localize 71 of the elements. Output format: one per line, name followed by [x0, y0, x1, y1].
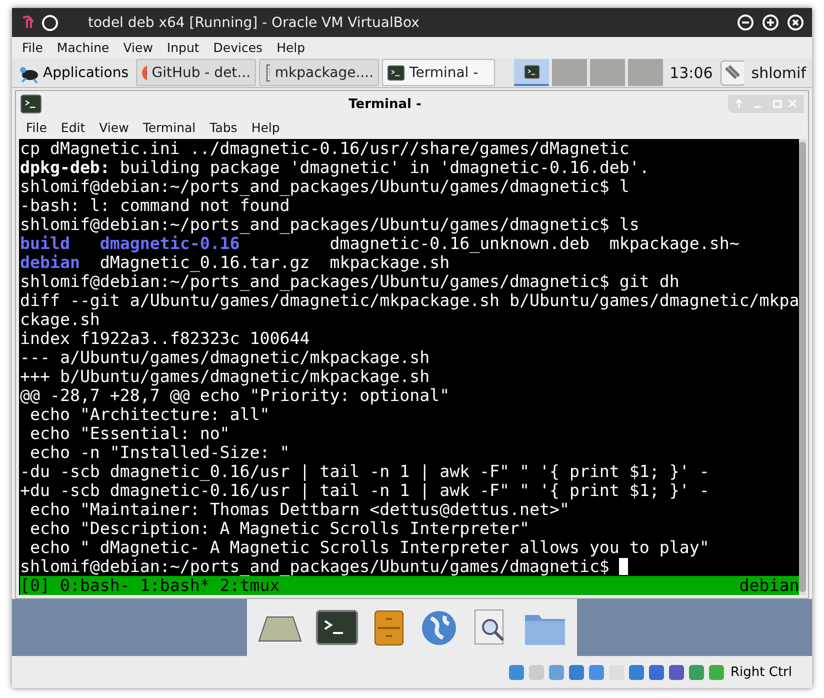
- menu-item[interactable]: Help: [276, 40, 306, 55]
- terminal-text: building package 'dmagnetic' in 'dmagnetic-0.16.deb'.: [118, 158, 650, 177]
- terminal-text: dpkg-deb:: [20, 158, 110, 177]
- terminal-title: Terminal -: [348, 96, 422, 112]
- menu-item[interactable]: Devices: [213, 40, 263, 55]
- menu-item[interactable]: Tabs: [210, 120, 238, 135]
- terminal-text: echo "Description: A Magnetic Scrolls Interpreter": [28, 519, 530, 538]
- status-icon[interactable]: [648, 664, 664, 680]
- status-icon[interactable]: [688, 664, 704, 680]
- task-button[interactable]: mkpackage....: [258, 59, 379, 86]
- terminal-text: echo " dMagnetic- A Magnetic Scrolls Interpreter allows you to play": [28, 538, 710, 557]
- maximize-icon[interactable]: [762, 14, 779, 31]
- window-list: [0] 0:bash- 1:bash* 2:tmux: [20, 576, 280, 595]
- text-cursor: [619, 558, 628, 575]
- terminal-text: dmagnetic-0.16_unknown.deb mkpackage.sh~: [328, 234, 740, 253]
- terminal-text: diff --git a/Ubuntu/games/dmagnetic/mkpackage.sh b/Ubuntu/games/dmagnetic/mkpa: [20, 291, 800, 310]
- status-icon[interactable]: [708, 664, 724, 680]
- terminal-text: build: [20, 234, 70, 253]
- menu-item[interactable]: Help: [251, 120, 280, 135]
- status-icon[interactable]: [568, 664, 584, 680]
- minimize-icon[interactable]: [737, 14, 754, 31]
- menu-item[interactable]: File: [22, 40, 43, 55]
- terminal-text: echo -n "Installed-Size: ": [28, 443, 290, 462]
- menu-item[interactable]: Machine: [56, 40, 110, 55]
- task-button[interactable]: Terminal -: [382, 59, 496, 86]
- menu-item[interactable]: Input: [166, 40, 200, 55]
- terminal-text: echo "Architecture: all": [28, 405, 270, 424]
- terminal-text: dMagnetic_0.16.tar.gz mkpackage.sh: [98, 253, 450, 272]
- terminal-text: debian: [20, 253, 80, 272]
- terminal-icon[interactable]: [315, 608, 359, 648]
- terminal-text: shlomif@debian:~/ports_and_packages/Ubuntu/games/dmagnetic$: [20, 557, 610, 576]
- applications-menu[interactable]: Applications: [14, 58, 133, 86]
- terminal-text: shlomif@debian:~/ports_and_packages/Ubuntu/games/dmagnetic$ ls: [20, 215, 640, 234]
- menu-item[interactable]: Terminal: [142, 120, 196, 135]
- clock: 13:06: [668, 64, 714, 82]
- status-icon[interactable]: [668, 664, 684, 680]
- terminal-text: index f1922a3..f82323c 100644: [20, 329, 310, 348]
- host-name: debian: [739, 576, 800, 595]
- menu-item[interactable]: View: [99, 120, 129, 135]
- plug-icon[interactable]: [720, 60, 744, 86]
- terminal-icon: [20, 93, 42, 115]
- status-icon[interactable]: [548, 664, 564, 680]
- terminal-icon: [524, 64, 540, 80]
- menu-item[interactable]: Edit: [60, 120, 86, 135]
- terminal-text: @@ -28,7 +28,7 @@ echo "Priority: optional": [20, 386, 450, 405]
- workspace-button[interactable]: [514, 59, 550, 86]
- terminal-text: echo "Essential: no": [28, 424, 230, 443]
- terminal-text: dmagnetic-0.16: [98, 234, 240, 253]
- menu-item[interactable]: View: [123, 40, 153, 55]
- terminal-text: -du -scb dmagnetic_0.16/usr | tail -n 1 | awk -F" " '{ print $1; }' -: [20, 462, 710, 481]
- status-icon[interactable]: [588, 664, 604, 680]
- terminal-icon: [386, 64, 405, 82]
- menu-item[interactable]: File: [26, 120, 47, 135]
- task-button[interactable]: GitHub - det...: [136, 59, 256, 86]
- terminal-text: shlomif@debian:~/ports_and_packages/Ubuntu/games/dmagnetic$ l: [20, 177, 630, 196]
- terminal-text: echo "Maintainer: Thomas Dettbarn <dettus@dettus.net>": [28, 500, 570, 519]
- terminal-text: shlomif@debian:~/ports_and_packages/Ubuntu/games/dmagnetic$ git dh: [20, 272, 680, 291]
- status-icon[interactable]: [508, 664, 524, 680]
- terminal-text: +++ b/Ubuntu/games/dmagnetic/mkpackage.sh: [20, 367, 430, 386]
- terminal-text: -bash: l: command not found: [20, 196, 290, 215]
- window-title: todel deb x64 [Running] - Oracle VM VirtualBox: [88, 14, 420, 30]
- terminal-text: --- a/Ubuntu/games/dmagnetic/mkpackage.sh: [20, 348, 430, 367]
- close-icon[interactable]: [787, 14, 804, 31]
- host-key: Right Ctrl: [730, 664, 792, 680]
- user-name: shlomif: [750, 64, 808, 82]
- terminal-text: +du -scb dmagnetic-0.16/usr | tail -n 1 | awk -F" " '{ print $1; }' -: [20, 481, 710, 500]
- scrollbar[interactable]: [799, 139, 806, 595]
- logo-icon: [20, 14, 60, 32]
- terminal-text: cp dMagnetic.ini ../dmagnetic-0.16/usr//share/games/dMagnetic: [20, 139, 630, 158]
- status-icon[interactable]: [628, 664, 644, 680]
- terminal-text: ckage.sh: [20, 310, 100, 329]
